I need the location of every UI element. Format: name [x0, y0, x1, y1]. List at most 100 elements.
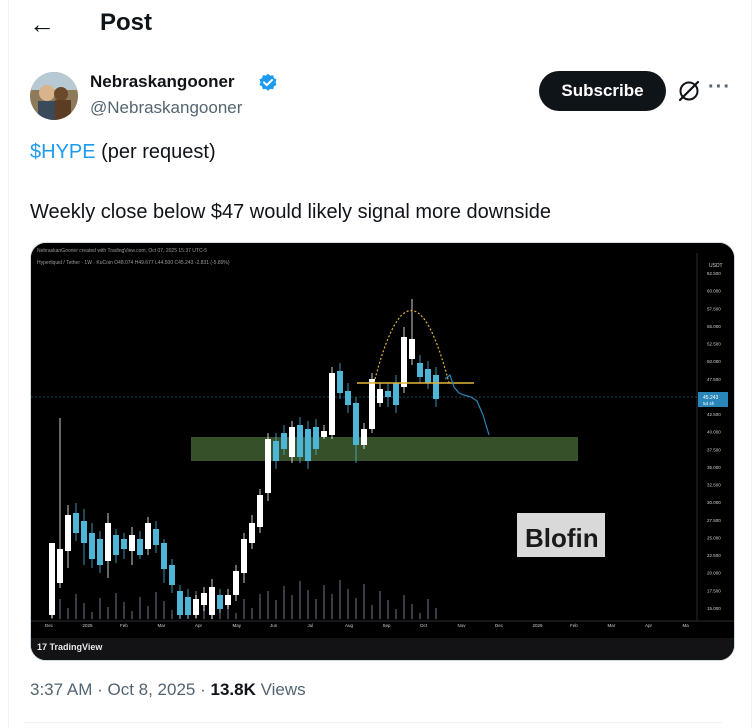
volume-bar: [251, 608, 253, 619]
volume-bar: [363, 584, 365, 619]
time-tick: Jun: [270, 623, 278, 628]
volume-bar: [371, 605, 373, 619]
time-tick: 2026: [533, 623, 544, 628]
back-arrow-icon[interactable]: ←: [24, 8, 60, 40]
svg-text:17 TradingView: 17 TradingView: [37, 642, 103, 652]
time-tick: Nov: [458, 623, 467, 628]
price-tick: 40.000: [707, 430, 721, 435]
price-tick: 27.500: [707, 518, 721, 523]
volume-bar: [307, 590, 309, 619]
candle: [305, 429, 311, 461]
time-tick: Mar: [158, 623, 166, 628]
candle: [369, 379, 375, 429]
price-tick: 20.000: [707, 571, 721, 576]
post-text-rest: (per request): [95, 141, 216, 163]
candle: [273, 441, 279, 461]
candle: [377, 389, 383, 403]
candle: [297, 425, 303, 457]
chart-image[interactable]: NebraskanGooner created with TradingView…: [30, 242, 735, 661]
post-time[interactable]: 3:37 AM: [30, 680, 92, 699]
author-name[interactable]: Nebraskangooner: [90, 72, 235, 92]
candle: [89, 533, 95, 559]
time-tick: Sep: [383, 623, 392, 628]
price-tick: 55.000: [707, 324, 721, 329]
candle: [393, 383, 399, 405]
volume-bar: [331, 594, 333, 619]
avatar[interactable]: [30, 72, 78, 120]
candle: [129, 535, 135, 551]
divider: [24, 722, 722, 723]
time-tick: Ma: [683, 623, 690, 628]
candle: [433, 375, 439, 399]
price-tick: 60.000: [707, 289, 721, 294]
page-title: Post: [100, 9, 153, 36]
post-date[interactable]: Oct 8, 2025: [107, 680, 195, 699]
views-count: 13.8K: [210, 680, 256, 699]
candle: [313, 427, 319, 449]
post-meta: 3:37 AM · Oct 8, 2025 · 13.8K Views: [30, 680, 306, 699]
candle: [345, 391, 351, 405]
candle: [97, 539, 103, 565]
candle: [385, 391, 391, 397]
chart-caption: NebraskanGooner created with TradingView…: [37, 248, 207, 254]
time-tick: Oct: [420, 623, 428, 628]
candle: [249, 523, 255, 543]
time-tick: Mar: [608, 623, 616, 628]
grok-icon[interactable]: [676, 78, 702, 104]
volume-bar: [83, 603, 85, 619]
price-tick: 35.000: [707, 465, 721, 470]
candle: [425, 369, 431, 383]
candle: [417, 363, 423, 377]
price-tick: 57.500: [707, 306, 721, 311]
volume-bar: [155, 592, 157, 619]
time-tick: Feb: [120, 623, 128, 628]
price-tick: 30.000: [707, 500, 721, 505]
candle: [361, 429, 367, 445]
candle: [265, 439, 271, 493]
volume-bar: [139, 597, 141, 619]
time-tick: May: [233, 623, 242, 628]
volume-bar: [267, 591, 269, 619]
volume-bar: [411, 604, 413, 619]
volume-bar: [403, 595, 405, 619]
price-tick: 50.000: [707, 359, 721, 364]
volume-bar: [59, 599, 61, 619]
volume-bar: [299, 581, 301, 619]
time-tick: Apr: [645, 623, 653, 628]
cashtag-link[interactable]: $HYPE: [30, 141, 96, 163]
subscribe-button[interactable]: Subscribe: [539, 71, 666, 111]
candle: [225, 595, 231, 605]
tradingview-logo-icon: 17: [37, 642, 50, 652]
volume-bar: [315, 599, 317, 619]
candle: [81, 521, 87, 543]
volume-bar: [339, 580, 341, 619]
time-tick: Feb: [570, 623, 578, 628]
candle: [137, 539, 143, 555]
volume-bar: [67, 608, 69, 619]
price-tick: 47.500: [707, 377, 721, 382]
volume-bar: [283, 586, 285, 619]
volume-bar: [163, 601, 165, 619]
volume-bar: [171, 610, 173, 619]
left-border: [8, 0, 9, 728]
candle: [209, 587, 215, 615]
volume-bar: [291, 595, 293, 619]
chart-symbol-line: Hyperliquid / Tether · 1W · KuCoin O48.0…: [37, 260, 230, 266]
candle: [321, 431, 327, 437]
more-options-icon[interactable]: ···: [708, 76, 731, 99]
volume-bar: [75, 594, 77, 619]
candle: [49, 543, 55, 615]
candle: [113, 535, 119, 555]
volume-bar: [427, 599, 429, 619]
price-tick: 42.500: [707, 412, 721, 417]
candle: [241, 539, 247, 573]
price-tick: 52.500: [707, 342, 721, 347]
candle: [217, 595, 223, 609]
verified-badge-icon[interactable]: [258, 73, 278, 93]
candle: [153, 529, 159, 545]
author-handle[interactable]: @Nebraskangooner: [90, 98, 242, 118]
candle: [353, 403, 359, 445]
candle: [281, 433, 287, 449]
volume-bar: [275, 600, 277, 619]
volume-bar: [379, 591, 381, 619]
